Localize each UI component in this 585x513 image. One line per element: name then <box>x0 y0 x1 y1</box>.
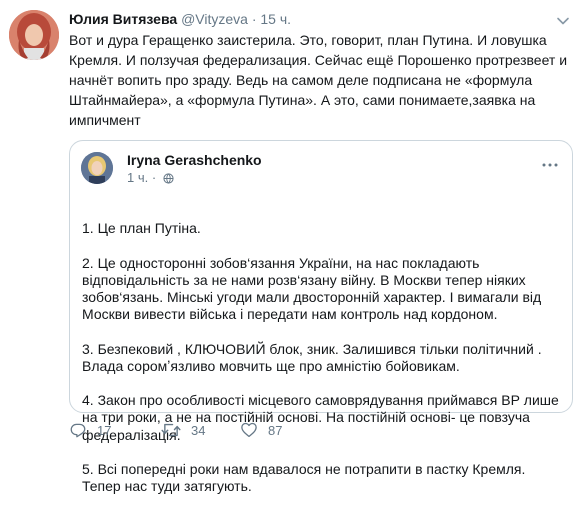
reply-count: 17 <box>97 422 112 438</box>
like-count: 87 <box>268 422 283 438</box>
author-name[interactable]: Юлия Витязева <box>69 11 177 27</box>
tweet-text: Вот и дура Геращенко заистерила. Это, го… <box>69 32 568 128</box>
quoted-line: 1. Це план Путіна. <box>82 220 201 237</box>
quoted-line: 2. Це односторонні зобов‘язання України,… <box>82 254 542 323</box>
quoted-line: 4. Закон про особливості місцевого самов… <box>82 392 559 443</box>
globe-icon <box>163 172 174 188</box>
reply-button[interactable]: 17 <box>69 421 111 439</box>
like-button[interactable]: 87 <box>240 421 282 439</box>
quoted-tweet[interactable]: Iryna Gerashchenko 1 ч. · 1. Це план Пут… <box>69 140 573 494</box>
author-handle[interactable]: @Vityzeva <box>181 11 248 27</box>
quoted-avatar[interactable] <box>81 152 113 184</box>
more-dots-icon[interactable] <box>542 156 558 169</box>
reply-icon <box>69 421 87 439</box>
tweet-time[interactable]: 15 ч. <box>260 11 291 27</box>
chevron-down-icon[interactable] <box>556 14 570 28</box>
quoted-author-name[interactable]: Iryna Gerashchenko <box>127 150 262 170</box>
avatar[interactable] <box>9 10 59 60</box>
quoted-line: 5. Всі попередні роки нам вдавалося не п… <box>82 461 526 495</box>
heart-icon <box>240 421 258 439</box>
separator-dot: · <box>251 11 257 27</box>
retweet-button[interactable]: 34 <box>161 421 205 439</box>
quoted-time[interactable]: 1 ч. <box>127 170 148 185</box>
retweet-count: 34 <box>191 422 206 438</box>
separator-dot: · <box>151 170 157 185</box>
quoted-text: 1. Це план Путіна. 2. Це односторонні зо… <box>82 203 567 513</box>
tweet: Юлия Витязева @Vityzeva · 15 ч. Вот и ду… <box>0 0 585 494</box>
retweet-icon <box>161 421 181 439</box>
tweet-header: Юлия Витязева @Vityzeva · 15 ч. <box>69 9 291 29</box>
quoted-meta: 1 ч. · <box>127 170 174 188</box>
quoted-line: 3. Безпековий , КЛЮЧОВИЙ блок, зник. Зал… <box>82 340 542 374</box>
